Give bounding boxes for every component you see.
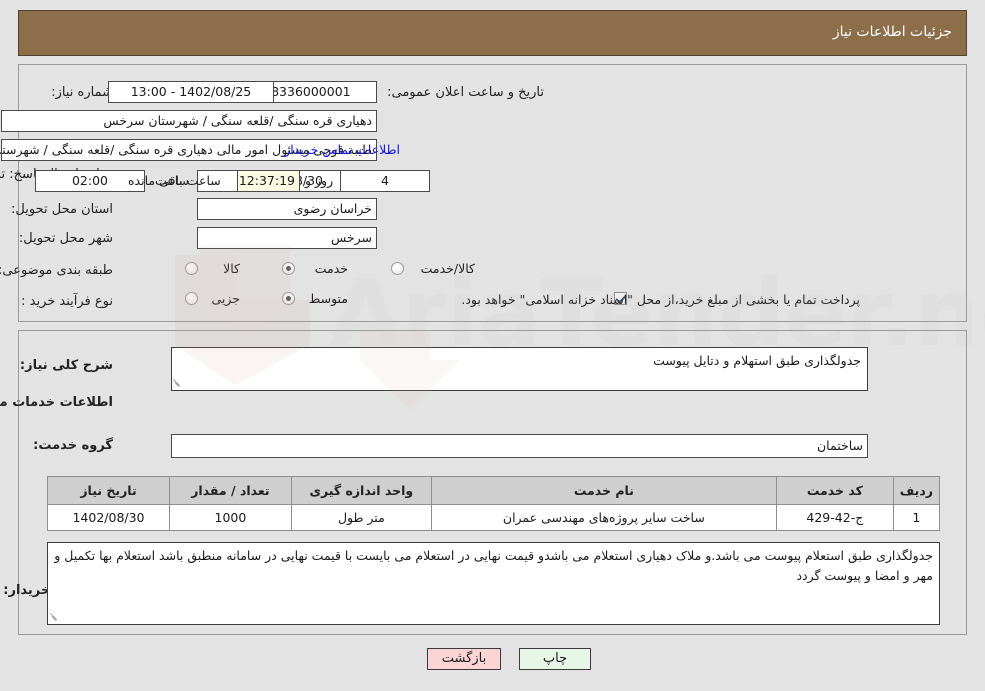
- buyer-contact-link[interactable]: اطلاعات تماس خریدار: [284, 139, 400, 161]
- buyer-notes-textarea[interactable]: جدولگذاری طبق استعلام پیوست می باشد.و مل…: [47, 542, 940, 625]
- col-unit: واحد اندازه گیری: [290, 476, 432, 505]
- need-number-label: شماره نیاز:: [51, 85, 113, 100]
- col-code: کد خدمت: [775, 476, 894, 505]
- city-label: شهر محل تحویل:: [18, 231, 113, 246]
- days-remaining-value[interactable]: 4: [340, 170, 430, 192]
- radio-category-kala-label: کالا: [223, 261, 240, 276]
- general-desc-label: شرح کلی نیاز:: [19, 358, 113, 373]
- page-title: جزئیات اطلاعات نیاز: [832, 24, 952, 40]
- city-value[interactable]: سرخس: [197, 227, 377, 249]
- radio-process-motavasset-label: متوسط: [308, 291, 348, 306]
- radio-process-motavasset[interactable]: [282, 292, 295, 305]
- col-quantity: تعداد / مقدار: [169, 476, 292, 505]
- radio-category-khedmat-label: خدمت: [314, 261, 348, 276]
- radio-category-kala-khedmat[interactable]: [391, 262, 404, 275]
- islamic-treasury-text: پرداخت تمام یا بخشی از مبلغ خرید،از محل …: [461, 292, 860, 307]
- public-announce-value[interactable]: 1402/08/25 - 13:00: [108, 81, 274, 103]
- col-radif: ردیف: [892, 476, 941, 505]
- radio-category-kala[interactable]: [185, 262, 198, 275]
- col-name: نام خدمت: [430, 476, 777, 505]
- table-header-row: ردیف کد خدمت نام خدمت واحد اندازه گیری ت…: [47, 476, 941, 505]
- general-desc-textarea[interactable]: جدولگذاری طبق استهلام و دتایل پیوست: [171, 347, 868, 391]
- radio-process-jozi[interactable]: [185, 292, 198, 305]
- service-group-value[interactable]: ساختمان: [171, 434, 868, 458]
- province-label: استان محل تحویل:: [11, 202, 113, 217]
- province-value[interactable]: خراسان رضوی: [197, 198, 377, 220]
- cell-need-date: 1402/08/30: [47, 504, 170, 531]
- cell-name: ساخت سایر پروژه‌های مهندسی عمران: [430, 504, 777, 531]
- window-title-bar: جزئیات اطلاعات نیاز: [18, 10, 967, 56]
- service-group-label: گروه خدمت:: [33, 438, 113, 453]
- cell-quantity: 1000: [169, 504, 292, 531]
- page-root: AriaTender.net جزئیات اطلاعات نیاز شماره…: [0, 0, 985, 691]
- services-info-title: اطلاعات خدمات مورد نیاز: [0, 395, 113, 410]
- radio-category-khedmat[interactable]: [282, 262, 295, 275]
- countdown-timer: 12:37:19: [237, 170, 300, 192]
- col-need-date: تاریخ نیاز: [47, 476, 170, 505]
- table-row[interactable]: 1 ج-42-429 ساخت سایر پروژه‌های مهندسی عم…: [47, 504, 941, 531]
- print-button[interactable]: چاپ: [519, 648, 591, 670]
- radio-category-kala-khedmat-label: کالا/خدمت: [420, 261, 475, 276]
- category-label: طبقه بندی موضوعی:: [0, 263, 113, 278]
- back-button[interactable]: بازگشت: [427, 648, 501, 670]
- services-table: ردیف کد خدمت نام خدمت واحد اندازه گیری ت…: [47, 476, 941, 531]
- cell-radif: 1: [892, 504, 941, 531]
- cell-unit: متر طول: [290, 504, 432, 531]
- cell-code: ج-42-429: [775, 504, 894, 531]
- buyer-org-value[interactable]: دهیاری قره سنگی /قلعه سنگی / شهرستان سرخ…: [1, 110, 377, 132]
- public-announce-label: تاریخ و ساعت اعلان عمومی:: [387, 85, 544, 100]
- process-label: نوع فرآیند خرید :: [21, 294, 113, 309]
- days-word-label: روز و: [305, 173, 334, 188]
- remaining-word-label: ساعت باقی مانده: [128, 173, 221, 188]
- radio-process-jozi-label: جزیی: [211, 291, 240, 306]
